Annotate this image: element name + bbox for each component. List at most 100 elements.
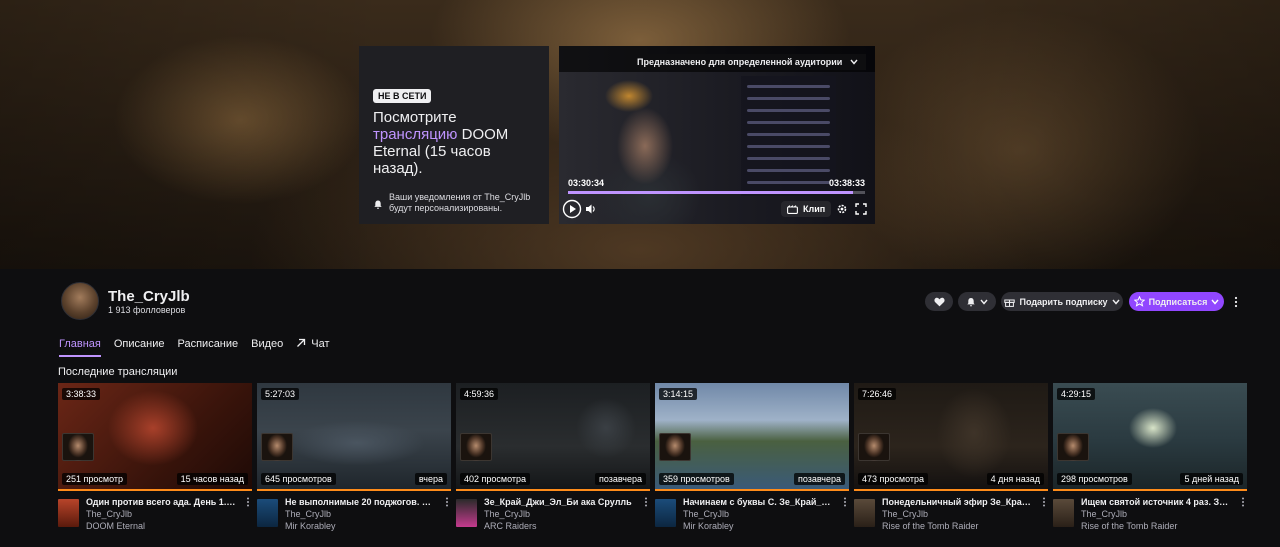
webcam-overlay [858, 433, 890, 461]
webcam-overlay [62, 433, 94, 461]
video-card[interactable]: 4:59:36 402 просмотра позавчера Зе_Край_Джи… [456, 383, 650, 531]
game-boxart[interactable] [456, 499, 477, 527]
follow-button[interactable] [925, 292, 953, 311]
video-game[interactable]: ARC Raiders [484, 521, 537, 531]
channel-tabs: Главная Описание Расписание Видео Чат [59, 338, 330, 357]
more-vertical-icon [645, 497, 647, 507]
subscribe-label: Подписаться [1148, 296, 1208, 307]
offline-message[interactable]: Посмотрите трансляцию DOOM Eternal (15 ч… [373, 109, 535, 177]
video-card[interactable]: 3:14:15 359 просмотров позавчера Начинаем с… [655, 383, 849, 531]
avatar[interactable] [61, 282, 99, 320]
video-game[interactable]: Rise of the Tomb Raider [1081, 521, 1177, 531]
audience-dropdown[interactable]: Предназначено для определенной аудитории [629, 54, 867, 70]
webcam-overlay [261, 433, 293, 461]
video-title[interactable]: Зе_Край_Джи_Эл_Би ака Срулль [484, 497, 634, 507]
video-game[interactable]: Rise of the Tomb Raider [882, 521, 978, 531]
clip-icon [787, 204, 798, 214]
tab-label: Описание [113, 338, 165, 350]
video-thumbnail[interactable]: 4:29:15 298 просмотров 5 дней назад [1053, 383, 1247, 491]
video-title[interactable]: Понедельничный эфир Зе_Край_Д... [882, 497, 1032, 507]
video-title[interactable]: Не выполнимые 20 поджогов. Зе_... [285, 497, 435, 507]
fullscreen-button[interactable] [855, 203, 867, 215]
video-duration: 4:29:15 [1057, 388, 1096, 400]
video-game[interactable]: DOOM Eternal [86, 521, 145, 531]
video-age: 5 дней назад [1180, 473, 1243, 485]
video-card[interactable]: 5:27:03 645 просмотров вчера Не выполнимые … [257, 383, 451, 531]
video-more-options-button[interactable] [246, 497, 250, 510]
offline-badge: НЕ В СЕТИ [373, 89, 432, 103]
video-card[interactable]: 4:29:15 298 просмотров 5 дней назад Ищем св… [1053, 383, 1247, 531]
video-thumbnail[interactable]: 3:14:15 359 просмотров позавчера [655, 383, 849, 491]
tab-2[interactable]: Расписание [178, 338, 239, 357]
subscribe-button[interactable]: Подписаться [1129, 292, 1224, 311]
video-thumbnail[interactable]: 5:27:03 645 просмотров вчера [257, 383, 451, 491]
volume-icon [586, 204, 595, 214]
settings-button[interactable] [836, 203, 848, 215]
fullscreen-icon [855, 203, 867, 215]
more-vertical-icon [446, 497, 448, 507]
volume-button[interactable] [585, 203, 597, 215]
more-options-button[interactable] [1228, 292, 1244, 311]
video-card[interactable]: 3:38:33 251 просмотр 15 часов назад Один пр… [58, 383, 252, 531]
video-thumbnail[interactable]: 7:26:46 473 просмотра 4 дня назад [854, 383, 1048, 491]
tab-4[interactable]: Чат [296, 338, 330, 357]
video-channel[interactable]: The_CryJlb [1081, 509, 1127, 519]
game-boxart[interactable] [854, 499, 875, 527]
offline-message-part: Посмотрите [373, 109, 457, 126]
video-title[interactable]: Один против всего ада. День 1. Зе... [86, 497, 236, 507]
seek-bar[interactable] [568, 191, 865, 194]
video-title[interactable]: Начинаем с буквы С. Зе_Край_Дж... [683, 497, 833, 507]
video-duration: 4:59:36 [460, 388, 499, 400]
video-meta: Понедельничный эфир Зе_Край_Д... The_CryJ… [854, 495, 1048, 531]
video-more-options-button[interactable] [445, 497, 449, 510]
webcam-overlay [460, 433, 492, 461]
video-channel[interactable]: The_CryJlb [484, 509, 530, 519]
clip-button[interactable]: Клип [781, 201, 832, 217]
more-vertical-icon [1234, 296, 1238, 307]
video-more-options-button[interactable] [1042, 497, 1046, 510]
play-button[interactable] [562, 199, 582, 219]
notifications-button[interactable] [958, 292, 996, 311]
bell-icon [374, 200, 382, 209]
offline-card[interactable]: НЕ В СЕТИ Посмотрите трансляцию DOOM Ete… [359, 46, 549, 224]
video-card[interactable]: 7:26:46 473 просмотра 4 дня назад Понедельн… [854, 383, 1048, 531]
video-thumbnail[interactable]: 3:38:33 251 просмотр 15 часов назад [58, 383, 252, 491]
video-meta: Начинаем с буквы С. Зе_Край_Дж... The_Cry… [655, 495, 849, 531]
video-views: 473 просмотра [858, 473, 929, 485]
webcam-overlay [1057, 433, 1089, 461]
notification-note-text: Ваши уведомления от The_CryJlb будут пер… [389, 192, 531, 213]
video-channel[interactable]: The_CryJlb [285, 509, 331, 519]
channel-name[interactable]: The_CryJlb [108, 288, 190, 305]
video-title[interactable]: Ищем святой источник 4 раз. Зе... [1081, 497, 1231, 507]
tab-label: Главная [59, 338, 101, 350]
gift-icon [1004, 299, 1016, 307]
heart-icon [933, 297, 945, 306]
video-game[interactable]: Mir Korabley [683, 521, 734, 531]
video-channel[interactable]: The_CryJlb [86, 509, 132, 519]
video-channel[interactable]: The_CryJlb [882, 509, 928, 519]
video-age: вчера [414, 473, 447, 485]
video-meta: Не выполнимые 20 поджогов. Зе_... The_Cry… [257, 495, 451, 531]
star-icon [1133, 296, 1145, 307]
video-player[interactable]: Предназначено для определенной аудитории… [559, 46, 875, 224]
game-boxart[interactable] [655, 499, 676, 527]
video-channel[interactable]: The_CryJlb [683, 509, 729, 519]
gift-subscription-label: Подарить подписку [1019, 296, 1108, 307]
game-boxart[interactable] [1053, 499, 1074, 527]
video-views: 359 просмотров [659, 473, 734, 485]
bell-plus-icon [967, 297, 975, 306]
tab-label: Расписание [177, 338, 239, 350]
gift-subscription-button[interactable]: Подарить подписку [1001, 292, 1123, 311]
game-boxart[interactable] [257, 499, 278, 527]
video-more-options-button[interactable] [1241, 497, 1245, 510]
tab-1[interactable]: Описание [114, 338, 165, 357]
duration-time: 03:38:33 [828, 178, 865, 188]
tab-0[interactable]: Главная [59, 338, 101, 357]
game-boxart[interactable] [58, 499, 79, 527]
video-more-options-button[interactable] [843, 497, 847, 510]
offline-message-link[interactable]: трансляцию [373, 126, 457, 143]
tab-3[interactable]: Видео [251, 338, 283, 357]
video-more-options-button[interactable] [644, 497, 648, 510]
video-thumbnail[interactable]: 4:59:36 402 просмотра позавчера [456, 383, 650, 491]
video-game[interactable]: Mir Korabley [285, 521, 336, 531]
